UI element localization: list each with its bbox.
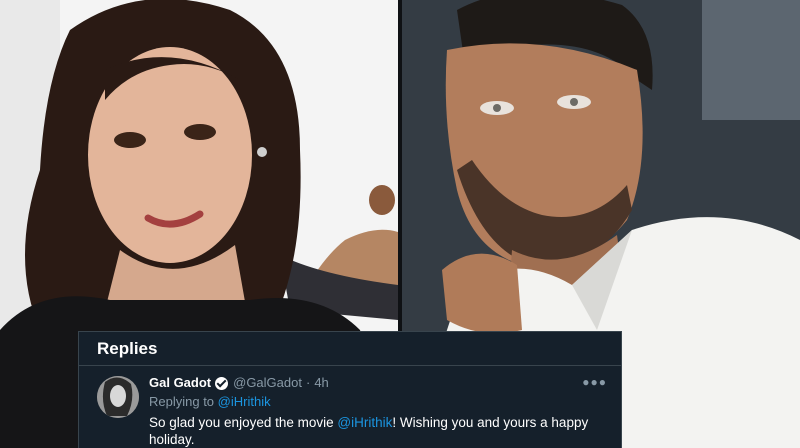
verified-badge-icon xyxy=(215,376,229,390)
replying-to-label: Replying to xyxy=(149,394,215,409)
reply-tweet[interactable]: Gal Gadot @GalGadot · 4h ●●● Replying to… xyxy=(79,366,621,448)
avatar[interactable] xyxy=(97,376,139,418)
replying-to-mention-link[interactable]: @iHrithik xyxy=(218,394,271,409)
avatar-portrait-icon xyxy=(97,376,139,418)
tweet-text-start: So glad you enjoyed the movie xyxy=(149,415,338,430)
replying-to-line: Replying to @iHrithik xyxy=(149,393,607,411)
more-options-icon[interactable]: ●●● xyxy=(582,375,607,389)
tweet-mention-link[interactable]: @iHrithik xyxy=(337,415,392,430)
author-name[interactable]: Gal Gadot xyxy=(149,374,211,392)
replies-header: Replies xyxy=(79,332,621,366)
author-handle[interactable]: @GalGadot xyxy=(233,374,302,392)
tweet-timestamp[interactable]: 4h xyxy=(314,374,328,392)
separator-dot: · xyxy=(305,375,311,390)
tweet-text: So glad you enjoyed the movie @iHrithik!… xyxy=(149,414,599,448)
tweet-header: Gal Gadot @GalGadot · 4h xyxy=(149,374,607,392)
replies-card: Replies Gal Gadot @GalGadot · 4h ●●● Rep… xyxy=(78,331,622,448)
